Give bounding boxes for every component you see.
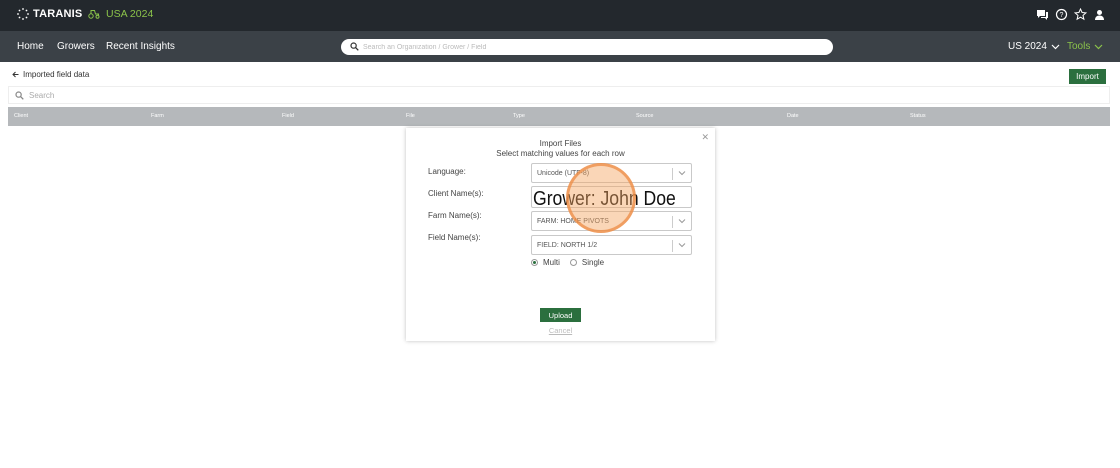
select-divider xyxy=(672,168,673,180)
top-bar: TARANIS USA 2024 ? xyxy=(0,0,1120,31)
column-header-file[interactable]: File xyxy=(406,113,415,119)
cancel-link[interactable]: Cancel xyxy=(406,326,715,335)
page-search xyxy=(8,86,1110,104)
chevron-down-icon xyxy=(678,171,686,176)
region-label: US 2024 xyxy=(1008,41,1047,52)
client-name-value: Grower: John Doe xyxy=(533,188,676,208)
modal-title: Import Files xyxy=(539,139,582,148)
import-button[interactable]: Import xyxy=(1069,69,1106,84)
mode-radio-group: Multi Single xyxy=(531,258,614,267)
client-name-label: Client Name(s): xyxy=(428,189,484,198)
help-icon[interactable]: ? xyxy=(1055,8,1068,21)
field-name-value: FIELD: NORTH 1/2 xyxy=(537,242,598,249)
table-header: Client Farm Field File Type Source Date … xyxy=(8,107,1110,126)
client-name-select[interactable]: Grower: John Doe xyxy=(531,186,692,208)
global-search-input[interactable] xyxy=(363,40,823,54)
single-radio[interactable] xyxy=(569,259,577,266)
nav-item-recent-insights[interactable]: Recent Insights xyxy=(106,41,175,52)
region-selector[interactable]: US 2024 xyxy=(1008,41,1060,52)
language-value: Unicode (UTF-8) xyxy=(537,170,590,177)
chevron-down-icon xyxy=(678,219,686,224)
column-header-status[interactable]: Status xyxy=(910,113,926,119)
chevron-down-icon xyxy=(678,243,686,248)
star-icon[interactable] xyxy=(1073,7,1088,21)
season-label: USA 2024 xyxy=(106,8,154,20)
arrow-left-icon xyxy=(12,71,19,78)
modal-subtitle: Select matching values for each row xyxy=(496,149,625,158)
column-header-source[interactable]: Source xyxy=(636,113,653,119)
field-name-label: Field Name(s): xyxy=(428,233,481,242)
page-search-input[interactable] xyxy=(29,89,429,102)
language-label: Language: xyxy=(428,167,466,176)
column-header-field[interactable]: Field xyxy=(282,113,294,119)
search-icon xyxy=(350,42,359,51)
column-header-farm[interactable]: Farm xyxy=(151,113,164,119)
tractor-icon xyxy=(88,10,100,19)
farm-name-select[interactable]: FARM: HOME PIVOTS xyxy=(531,211,692,231)
upload-button[interactable]: Upload xyxy=(540,308,581,322)
multi-radio[interactable] xyxy=(531,259,538,266)
logo-text: TARANIS xyxy=(33,8,83,20)
nav-bar: Home Growers Recent Insights US 2024 Too… xyxy=(0,31,1120,62)
column-header-type[interactable]: Type xyxy=(513,113,525,119)
farm-name-value: FARM: HOME PIVOTS xyxy=(537,218,609,225)
global-search xyxy=(341,39,833,55)
chevron-down-icon xyxy=(1094,44,1103,49)
search-icon xyxy=(15,91,24,100)
nav-item-home[interactable]: Home xyxy=(17,41,44,52)
multi-radio-label[interactable]: Multi xyxy=(543,258,560,267)
season-selector[interactable]: USA 2024 xyxy=(88,8,153,20)
logo-dots-icon xyxy=(17,8,29,20)
chat-icon[interactable] xyxy=(1036,8,1049,21)
select-divider xyxy=(672,216,673,228)
single-radio-label[interactable]: Single xyxy=(582,258,604,267)
chevron-down-icon xyxy=(1051,44,1060,49)
language-select[interactable]: Unicode (UTF-8) xyxy=(531,163,692,183)
svg-text:?: ? xyxy=(1060,12,1064,19)
column-header-date[interactable]: Date xyxy=(787,113,799,119)
import-files-modal: ✕ Import Files Select matching values fo… xyxy=(406,128,715,341)
farm-name-label: Farm Name(s): xyxy=(428,211,482,220)
taranis-logo[interactable]: TARANIS xyxy=(17,8,82,20)
nav-item-growers[interactable]: Growers xyxy=(57,41,95,52)
tools-label: Tools xyxy=(1067,41,1091,52)
select-divider xyxy=(672,240,673,252)
user-icon[interactable] xyxy=(1093,8,1106,21)
back-link[interactable]: Imported field data xyxy=(12,70,89,79)
page-title: Imported field data xyxy=(23,70,90,79)
column-header-client[interactable]: Client xyxy=(14,113,28,119)
tools-menu[interactable]: Tools xyxy=(1067,41,1103,52)
field-name-select[interactable]: FIELD: NORTH 1/2 xyxy=(531,235,692,255)
